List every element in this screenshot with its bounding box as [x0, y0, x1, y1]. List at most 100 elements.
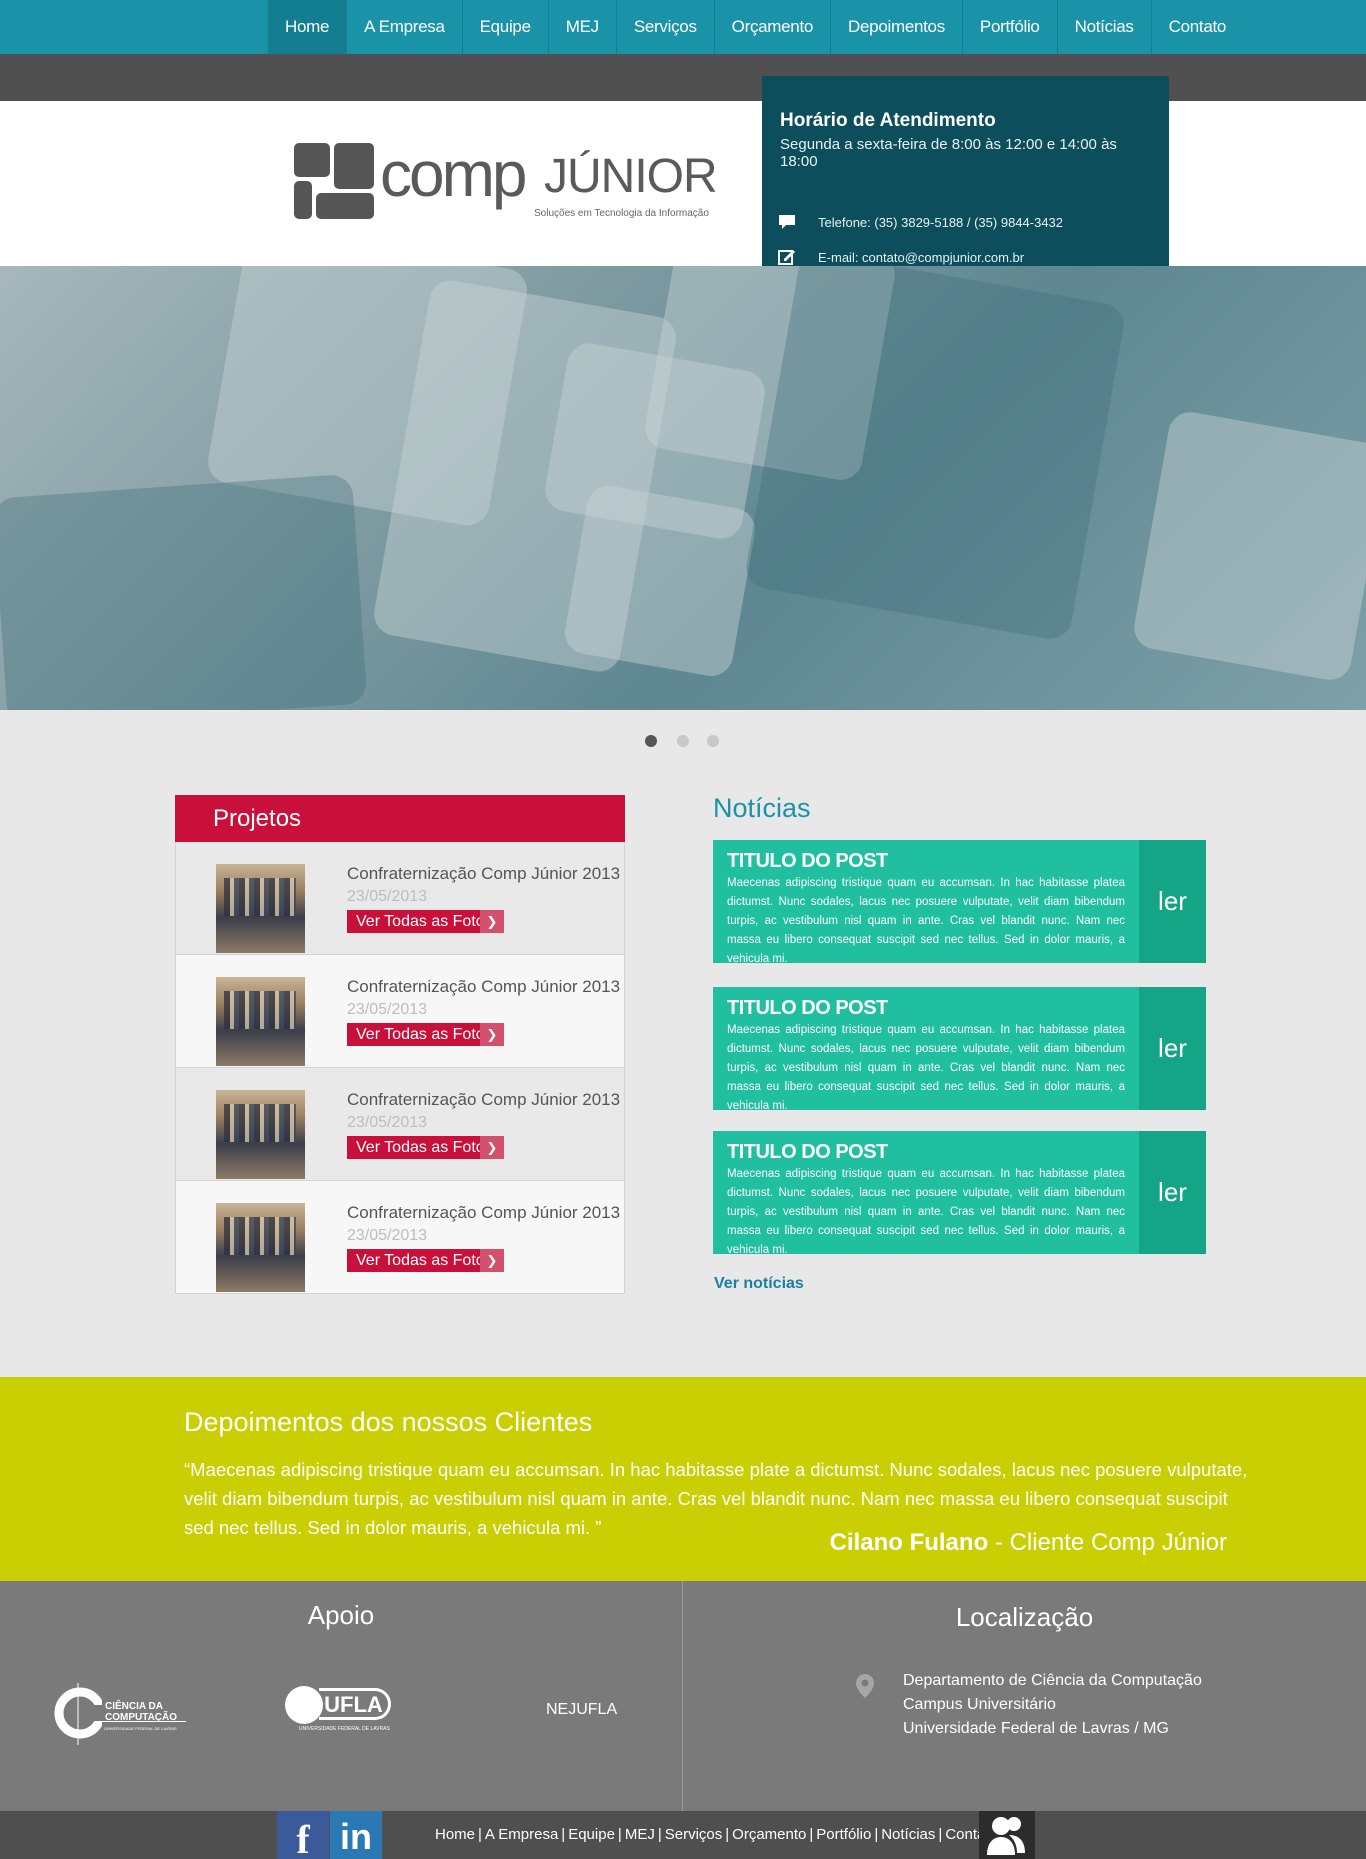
- nav-item-a-empresa[interactable]: A Empresa: [347, 0, 463, 54]
- map-pin-icon: [856, 1674, 874, 1698]
- project-item: Confraternização Comp Júnior 2013 23/05/…: [175, 842, 625, 955]
- project-title[interactable]: Confraternização Comp Júnior 2013: [347, 1203, 620, 1223]
- footer-link-orcamento[interactable]: Orçamento: [729, 1826, 809, 1843]
- ufla-text: UFLA: [319, 1688, 391, 1720]
- info-phone: Telefone: (35) 3829-5188 / (35) 9844-343…: [818, 214, 1064, 230]
- ufla-subtitle: UNIVERSIDADE FEDERAL DE LAVRAS: [299, 1726, 390, 1732]
- info-hours: Segunda a sexta-feira de 8:00 às 12:00 e…: [780, 136, 1117, 170]
- view-photos-button[interactable]: Ver Todas as Fotos ❯: [347, 1023, 504, 1046]
- ufla-logo[interactable]: UFLA UNIVERSIDADE FEDERAL DE LAVRAS: [285, 1686, 400, 1736]
- nav-item-orcamento[interactable]: Orçamento: [715, 0, 832, 54]
- users-icon: [987, 1817, 1025, 1855]
- logo[interactable]: comp JÚNIOR Soluções em Tecnologia da In…: [294, 138, 734, 223]
- read-button[interactable]: ler: [1139, 840, 1206, 963]
- author-name: Cilano Fulano: [829, 1529, 989, 1556]
- logo-word: comp: [380, 138, 527, 210]
- logo-square-icon: [334, 143, 374, 189]
- info-phone-row: Telefone: (35) 3829-5188 / (35) 9844-343…: [778, 213, 1063, 231]
- footer-link-servicos[interactable]: Serviços: [662, 1826, 726, 1843]
- logo-word-junior: JÚNIOR: [544, 150, 718, 203]
- nav-item-portfolio[interactable]: Portfólio: [963, 0, 1058, 54]
- info-email-row: E-mail: contato@compjunior.com.br: [778, 248, 1024, 266]
- view-photos-label: Ver Todas as Fotos: [356, 1252, 493, 1269]
- view-photos-label: Ver Todas as Fotos: [356, 913, 493, 930]
- testimonials-section: Depoimentos dos nossos Clientes “Maecena…: [0, 1377, 1366, 1581]
- nav-item-home[interactable]: Home: [268, 0, 348, 54]
- cienciacomp-line3: UNIVERSIDADE FEDERAL DE LAVRAS: [104, 1726, 177, 1731]
- cienciacomp-line1: CIÊNCIA DA: [105, 1701, 163, 1712]
- footer-link-noticias[interactable]: Notícias: [878, 1826, 938, 1843]
- hero-shape: [0, 473, 368, 710]
- news-title: Notícias: [713, 793, 811, 823]
- project-date: 23/05/2013: [347, 1114, 428, 1131]
- project-thumbnail[interactable]: [216, 977, 305, 1066]
- chevron-right-icon: ❯: [480, 1249, 504, 1272]
- chevron-right-icon: ❯: [480, 1136, 504, 1159]
- project-title[interactable]: Confraternização Comp Júnior 2013: [347, 1090, 620, 1110]
- chevron-right-icon: ❯: [480, 1023, 504, 1046]
- facebook-icon[interactable]: f: [277, 1811, 329, 1859]
- cienciacomp-rule: [96, 1721, 186, 1722]
- news-post: TITULO DO POST Maecenas adipiscing trist…: [713, 1131, 1206, 1256]
- hero-shape: [1130, 408, 1366, 684]
- linkedin-icon[interactable]: in: [330, 1811, 382, 1859]
- logo-square-icon: [316, 193, 374, 219]
- news-post-text: Maecenas adipiscing tristique quam eu ac…: [727, 877, 1125, 965]
- author-role: - Cliente Comp Júnior: [988, 1529, 1227, 1556]
- news-post-title[interactable]: TITULO DO POST: [727, 997, 1125, 1020]
- news-post-body: TITULO DO POST Maecenas adipiscing trist…: [713, 840, 1139, 965]
- address: Departamento de Ciência da Computação Ca…: [903, 1669, 1202, 1741]
- view-photos-button[interactable]: Ver Todas as Fotos ❯: [347, 1136, 504, 1159]
- projects-title: Projetos: [175, 795, 625, 842]
- nav-item-depoimentos[interactable]: Depoimentos: [831, 0, 963, 54]
- slider-dot-2[interactable]: [677, 735, 689, 747]
- user-group-button[interactable]: [979, 1811, 1035, 1859]
- footer: Apoio CIÊNCIA DA COMPUTAÇÃO UNIVERSIDADE…: [0, 1581, 1366, 1811]
- footer-link-home[interactable]: Home: [432, 1826, 478, 1843]
- view-photos-button[interactable]: Ver Todas as Fotos ❯: [347, 910, 504, 933]
- read-button[interactable]: ler: [1139, 987, 1206, 1110]
- news-post-title[interactable]: TITULO DO POST: [727, 850, 1125, 873]
- projects-panel: Projetos Confraternização Comp Júnior 20…: [175, 795, 625, 1294]
- logo-tagline: Soluções em Tecnologia da Informação: [534, 208, 709, 219]
- nav-item-noticias[interactable]: Notícias: [1058, 0, 1152, 54]
- project-thumbnail[interactable]: [216, 1203, 305, 1292]
- news-post-body: TITULO DO POST Maecenas adipiscing trist…: [713, 987, 1139, 1112]
- testimonials-title: Depoimentos dos nossos Clientes: [184, 1407, 593, 1437]
- info-email[interactable]: E-mail: contato@compjunior.com.br: [818, 250, 1024, 265]
- address-line: Universidade Federal de Lavras / MG: [903, 1720, 1169, 1737]
- project-thumbnail[interactable]: [216, 1090, 305, 1179]
- speech-bubble-icon: [778, 213, 796, 231]
- footer-link-equipe[interactable]: Equipe: [565, 1826, 618, 1843]
- view-news-link[interactable]: Ver notícias: [714, 1275, 804, 1293]
- news-post-text: Maecenas adipiscing tristique quam eu ac…: [727, 1168, 1125, 1256]
- project-title[interactable]: Confraternização Comp Júnior 2013: [347, 977, 620, 997]
- cienciacomp-logo[interactable]: CIÊNCIA DA COMPUTAÇÃO UNIVERSIDADE FEDER…: [52, 1681, 192, 1751]
- slider-dot-1[interactable]: [645, 735, 657, 747]
- nav-menu: Home A Empresa Equipe MEJ Serviços Orçam…: [268, 0, 1243, 54]
- footer-link-a-empresa[interactable]: A Empresa: [482, 1826, 561, 1843]
- view-photos-label: Ver Todas as Fotos: [356, 1139, 493, 1156]
- project-thumbnail[interactable]: [216, 864, 305, 953]
- project-date: 23/05/2013: [347, 1227, 428, 1244]
- nejufla-link[interactable]: NEJUFLA: [546, 1701, 617, 1719]
- chevron-right-icon: ❯: [480, 910, 504, 933]
- edit-icon: [778, 248, 796, 266]
- news-post: TITULO DO POST Maecenas adipiscing trist…: [713, 840, 1206, 965]
- hero-slider[interactable]: [0, 266, 1366, 710]
- nav-item-equipe[interactable]: Equipe: [463, 0, 549, 54]
- nav-item-contato[interactable]: Contato: [1152, 0, 1243, 54]
- slider-dot-3[interactable]: [707, 735, 719, 747]
- footer-link-portfolio[interactable]: Portfólio: [813, 1826, 874, 1843]
- project-title[interactable]: Confraternização Comp Júnior 2013: [347, 864, 620, 884]
- project-item: Confraternização Comp Júnior 2013 23/05/…: [175, 1068, 625, 1181]
- nav-item-servicos[interactable]: Serviços: [617, 0, 715, 54]
- nav-item-mej[interactable]: MEJ: [549, 0, 617, 54]
- view-photos-button[interactable]: Ver Todas as Fotos ❯: [347, 1249, 504, 1272]
- address-line: Departamento de Ciência da Computação: [903, 1672, 1202, 1689]
- footer-link-mej[interactable]: MEJ: [622, 1826, 658, 1843]
- news-post-title[interactable]: TITULO DO POST: [727, 1141, 1125, 1164]
- read-button[interactable]: ler: [1139, 1131, 1206, 1254]
- project-date: 23/05/2013: [347, 1001, 428, 1018]
- contact-info-box: Horário de Atendimento Segunda a sexta-f…: [762, 76, 1169, 291]
